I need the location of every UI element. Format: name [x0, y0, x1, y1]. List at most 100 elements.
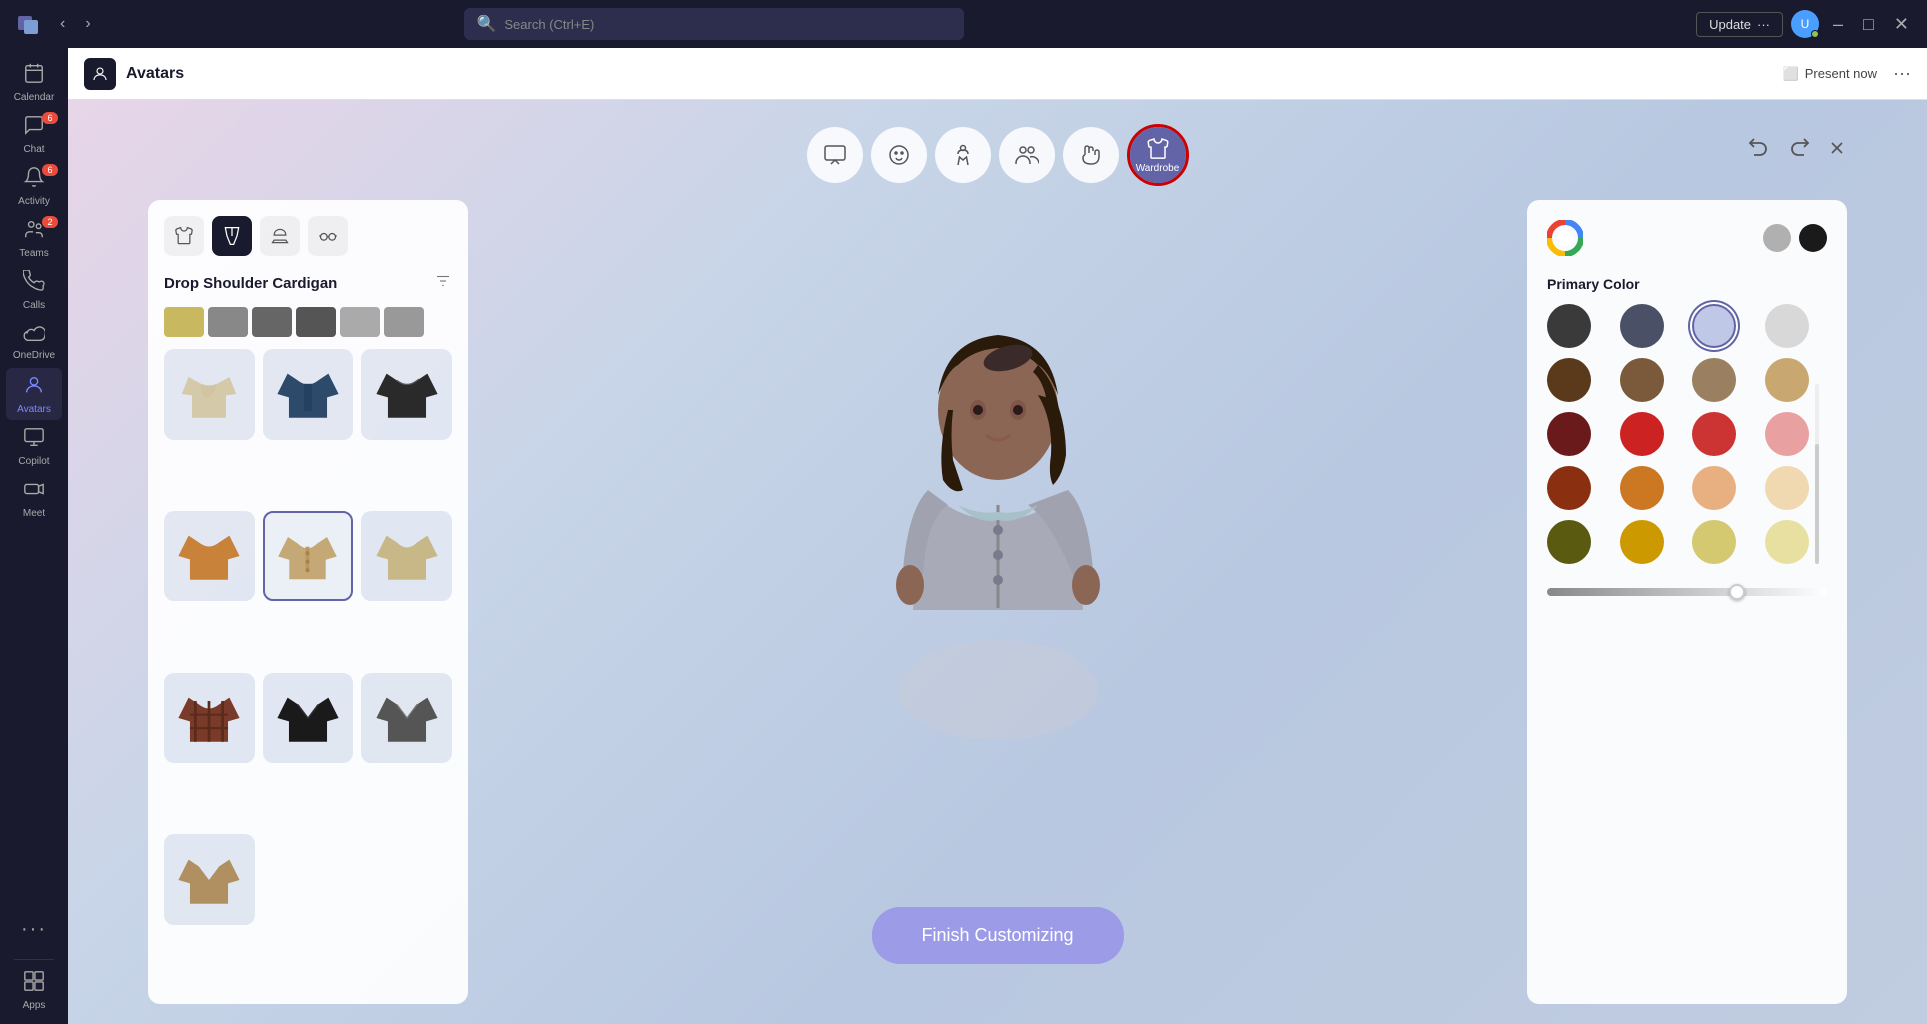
thumb-2[interactable] — [208, 307, 248, 337]
app-icon — [84, 58, 116, 90]
swatch-dark-brown[interactable] — [1547, 358, 1591, 402]
list-item[interactable] — [164, 511, 255, 602]
list-item[interactable] — [263, 673, 354, 764]
calendar-icon — [23, 62, 45, 90]
thumb-4[interactable] — [296, 307, 336, 337]
face-tab[interactable] — [871, 127, 927, 183]
group-tab[interactable] — [999, 127, 1055, 183]
present-now-button[interactable]: ⬜ Present now — [1775, 62, 1885, 86]
back-button[interactable]: ‹ — [52, 11, 73, 37]
finish-customizing-button[interactable]: Finish Customizing — [871, 907, 1123, 964]
maximize-button[interactable]: □ — [1857, 15, 1880, 33]
color-scrollbar-thumb[interactable] — [1815, 444, 1819, 564]
avatars-icon — [23, 374, 45, 402]
sidebar-item-apps[interactable]: Apps — [6, 964, 62, 1016]
shade-slider[interactable] — [1547, 588, 1827, 596]
list-item[interactable] — [164, 834, 255, 925]
sidebar-item-calls[interactable]: Calls — [6, 264, 62, 316]
swatch-gold[interactable] — [1620, 520, 1664, 564]
swatch-light-gray[interactable] — [1765, 304, 1809, 348]
preset-gray[interactable] — [1763, 224, 1791, 252]
avatar-preview — [838, 210, 1158, 790]
swatch-olive[interactable] — [1547, 520, 1591, 564]
undo-button[interactable] — [1747, 136, 1771, 166]
shade-slider-thumb[interactable] — [1729, 584, 1745, 600]
swatch-medium-red[interactable] — [1692, 412, 1736, 456]
swatch-dark-gray[interactable] — [1547, 304, 1591, 348]
redo-button[interactable] — [1787, 136, 1811, 166]
swatch-brown[interactable] — [1620, 358, 1664, 402]
tab-glasses[interactable] — [308, 216, 348, 256]
scene-tab[interactable] — [807, 127, 863, 183]
list-item[interactable] — [263, 349, 354, 440]
wardrobe-label: Wardrobe — [1136, 163, 1180, 174]
color-swatch-grid — [1547, 304, 1827, 564]
meet-icon — [23, 478, 45, 506]
sidebar-item-calendar[interactable]: Calendar — [6, 56, 62, 108]
shade-slider-row — [1547, 588, 1827, 596]
tab-shirt[interactable] — [164, 216, 204, 256]
swatch-pink[interactable] — [1765, 412, 1809, 456]
swatch-cream[interactable] — [1765, 466, 1809, 510]
swatch-light-gold[interactable] — [1692, 520, 1736, 564]
main-content: Wardrobe — [68, 100, 1927, 1024]
swatch-tan-brown[interactable] — [1692, 358, 1736, 402]
swatch-orange[interactable] — [1620, 466, 1664, 510]
forward-button[interactable]: › — [77, 11, 98, 37]
onedrive-icon — [23, 324, 45, 348]
list-item[interactable] — [361, 673, 452, 764]
swatch-light-orange[interactable] — [1692, 466, 1736, 510]
search-input[interactable] — [504, 17, 952, 32]
sidebar-item-chat[interactable]: Chat 6 — [6, 108, 62, 160]
toolbar-right — [1747, 136, 1847, 166]
swatch-light-brown[interactable] — [1765, 358, 1809, 402]
thumb-5[interactable] — [340, 307, 380, 337]
color-scrollbar[interactable] — [1815, 384, 1819, 484]
panel-title-row: Drop Shoulder Cardigan — [164, 272, 452, 295]
sidebar-item-avatars[interactable]: Avatars — [6, 368, 62, 420]
swatch-burnt-orange[interactable] — [1547, 466, 1591, 510]
sidebar-item-onedrive[interactable]: OneDrive — [6, 316, 62, 368]
present-label: Present now — [1805, 66, 1877, 81]
swatch-slate[interactable] — [1620, 304, 1664, 348]
onedrive-label: OneDrive — [13, 350, 55, 361]
close-button[interactable]: ✕ — [1888, 15, 1915, 33]
swatch-pale-yellow[interactable] — [1765, 520, 1809, 564]
filter-icon[interactable] — [434, 272, 452, 295]
tab-hat[interactable] — [260, 216, 300, 256]
minimize-button[interactable]: – — [1827, 15, 1849, 33]
list-item[interactable] — [164, 349, 255, 440]
gesture-tab[interactable] — [1063, 127, 1119, 183]
color-header — [1547, 220, 1827, 256]
body-tab[interactable] — [935, 127, 991, 183]
list-item[interactable] — [263, 511, 354, 602]
list-item[interactable] — [361, 511, 452, 602]
update-button[interactable]: Update ··· — [1696, 12, 1783, 37]
user-avatar[interactable]: U — [1791, 10, 1819, 38]
sidebar-item-more[interactable]: ··· — [6, 903, 62, 955]
tab-pants[interactable] — [212, 216, 252, 256]
list-item[interactable] — [361, 349, 452, 440]
thumb-1[interactable] — [164, 307, 204, 337]
wardrobe-panel: Drop Shoulder Cardigan — [148, 200, 468, 1004]
list-item[interactable] — [164, 673, 255, 764]
app-logo — [12, 8, 44, 40]
sidebar-item-copilot[interactable]: Copilot — [6, 420, 62, 472]
swatch-dark-red[interactable] — [1547, 412, 1591, 456]
item-name: Drop Shoulder Cardigan — [164, 275, 337, 292]
preset-black[interactable] — [1799, 224, 1827, 252]
sidebar-item-teams[interactable]: Teams 2 — [6, 212, 62, 264]
avatar-toolbar: Wardrobe — [807, 124, 1189, 186]
wardrobe-tab[interactable]: Wardrobe — [1130, 127, 1186, 183]
color-panel: Primary Color — [1527, 200, 1847, 1004]
thumb-6[interactable] — [384, 307, 424, 337]
header-more-icon[interactable]: ··· — [1893, 63, 1911, 84]
sidebar-item-meet[interactable]: Meet — [6, 472, 62, 524]
calls-icon — [23, 270, 45, 298]
close-editor-button[interactable] — [1827, 138, 1847, 164]
swatch-light-blue[interactable] — [1692, 304, 1736, 348]
thumb-3[interactable] — [252, 307, 292, 337]
swatch-red[interactable] — [1620, 412, 1664, 456]
sidebar-item-activity[interactable]: Activity 6 — [6, 160, 62, 212]
search-icon: 🔍 — [476, 14, 496, 34]
